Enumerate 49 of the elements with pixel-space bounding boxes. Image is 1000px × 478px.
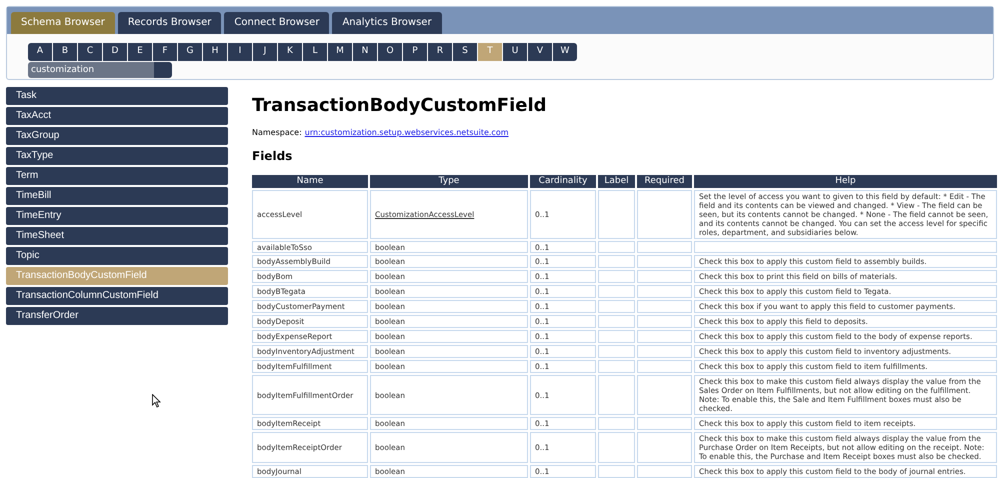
namespace-field[interactable]: customization bbox=[28, 62, 154, 78]
sidebar-item[interactable]: TaxAcct bbox=[6, 107, 228, 125]
sidebar-item[interactable]: Task bbox=[6, 87, 228, 105]
page-title: TransactionBodyCustomField bbox=[252, 94, 548, 118]
sidebar-item[interactable]: Topic bbox=[6, 247, 228, 265]
letter-button[interactable]: L bbox=[303, 43, 327, 61]
column-header: Label bbox=[598, 175, 635, 188]
sidebar-item[interactable]: TimeSheet bbox=[6, 227, 228, 245]
letter-button[interactable]: R bbox=[428, 43, 452, 61]
letter-button[interactable]: J bbox=[253, 43, 277, 61]
letter-button[interactable]: P bbox=[403, 43, 427, 61]
letter-button[interactable]: G bbox=[178, 43, 202, 61]
letter-button[interactable]: E bbox=[128, 43, 152, 61]
sidebar-item[interactable]: TimeEntry bbox=[6, 207, 228, 225]
letter-button[interactable]: F bbox=[153, 43, 177, 61]
letter-button[interactable]: C bbox=[78, 43, 102, 61]
tab[interactable]: Connect Browser bbox=[224, 12, 330, 34]
tab[interactable]: Records Browser bbox=[118, 12, 222, 34]
letter-button[interactable]: O bbox=[378, 43, 402, 61]
dropdown-button[interactable] bbox=[154, 62, 172, 78]
sidebar-item[interactable]: TransactionColumnCustomField bbox=[6, 287, 228, 305]
namespace-label: Namespace: bbox=[252, 127, 302, 139]
letter-button[interactable]: H bbox=[203, 43, 227, 61]
letter-button[interactable]: K bbox=[278, 43, 302, 61]
letter-button[interactable]: M bbox=[328, 43, 352, 61]
namespace-link[interactable]: urn:customization.setup.webservices.netsuite.com bbox=[304, 127, 509, 139]
column-header: Type bbox=[370, 175, 528, 188]
sidebar-item[interactable]: TaxGroup bbox=[6, 127, 228, 145]
sidebar-item[interactable]: TransferOrder bbox=[6, 307, 228, 325]
column-header: Help bbox=[694, 175, 997, 188]
column-header: Required bbox=[637, 175, 692, 188]
letter-button[interactable]: B bbox=[53, 43, 77, 61]
tab[interactable]: Schema Browser bbox=[11, 12, 115, 34]
sidebar-item[interactable]: Term bbox=[6, 167, 228, 185]
letter-button[interactable]: D bbox=[103, 43, 127, 61]
letter-button[interactable]: U bbox=[503, 43, 527, 61]
letter-button[interactable]: W bbox=[553, 43, 577, 61]
column-header: Name bbox=[252, 175, 368, 188]
letter-button[interactable]: S bbox=[453, 43, 477, 61]
sidebar-item[interactable]: TimeBill bbox=[6, 187, 228, 205]
cursor-icon bbox=[152, 394, 161, 408]
section-title: Fields bbox=[252, 148, 294, 165]
letter-button[interactable]: N bbox=[353, 43, 377, 61]
tab[interactable]: Analytics Browser bbox=[332, 12, 442, 34]
column-header: Cardinality bbox=[530, 175, 596, 188]
letter-button[interactable]: I bbox=[228, 43, 252, 61]
sidebar-item[interactable]: TaxType bbox=[6, 147, 228, 165]
letter-button[interactable]: V bbox=[528, 43, 552, 61]
letter-button[interactable]: A bbox=[28, 43, 52, 61]
